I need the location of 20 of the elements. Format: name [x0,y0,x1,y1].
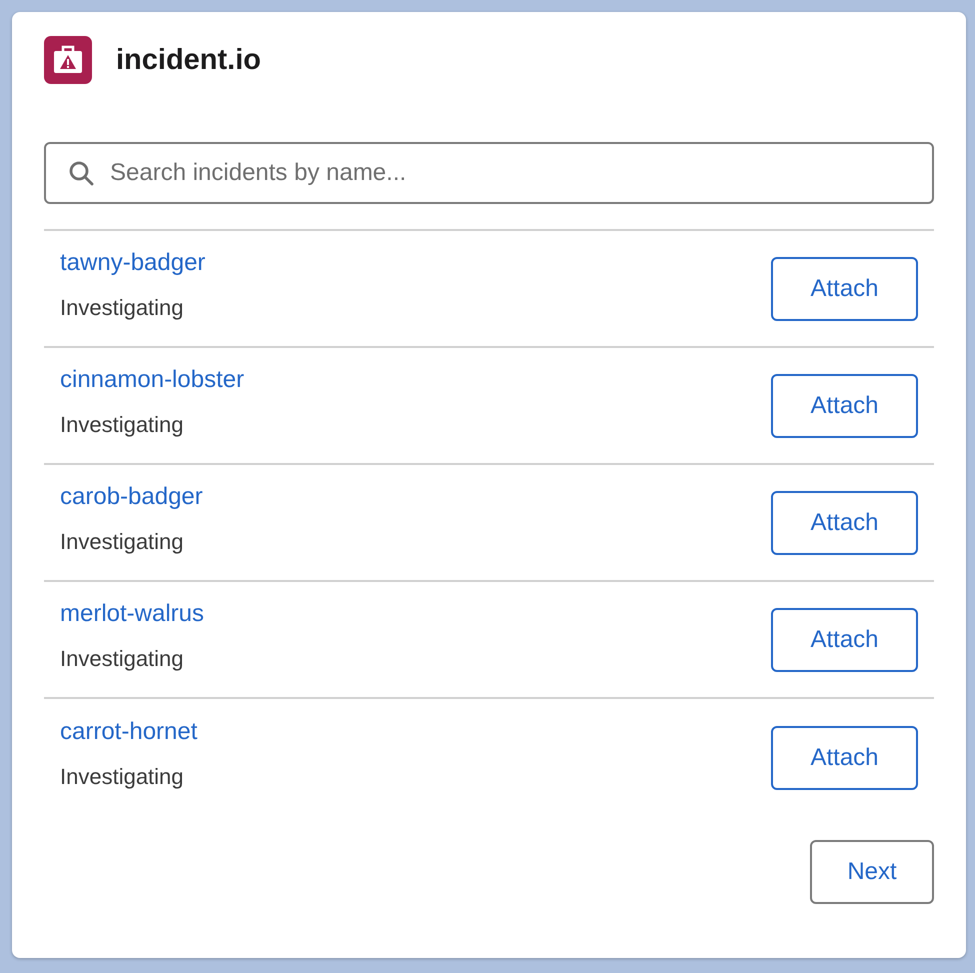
incident-link[interactable]: cinnamon-lobster [60,366,244,394]
search-field[interactable]: Search incidents by name... [44,142,934,204]
incident-link[interactable]: carrot-hornet [60,718,198,746]
incident-link[interactable]: carob-badger [60,482,203,510]
attach-button[interactable]: Attach [771,374,918,438]
app-title: incident.io [116,44,261,76]
incident-link[interactable]: merlot-walrus [60,600,204,628]
attach-button[interactable]: Attach [771,726,918,790]
incident-status: Investigating [60,764,185,790]
attach-button[interactable]: Attach [771,256,918,320]
briefcase-warning-icon [44,36,92,84]
incident-status: Investigating [60,528,185,554]
incident-status: Investigating [60,294,185,320]
attach-button[interactable]: Attach [771,608,918,672]
incident-status: Investigating [60,412,185,438]
attach-button[interactable]: Attach [771,490,918,554]
incident-status: Investigating [60,646,185,672]
next-button[interactable]: Next [810,840,934,904]
incident-link[interactable]: tawny-badger [60,248,206,276]
search-icon [68,160,94,186]
